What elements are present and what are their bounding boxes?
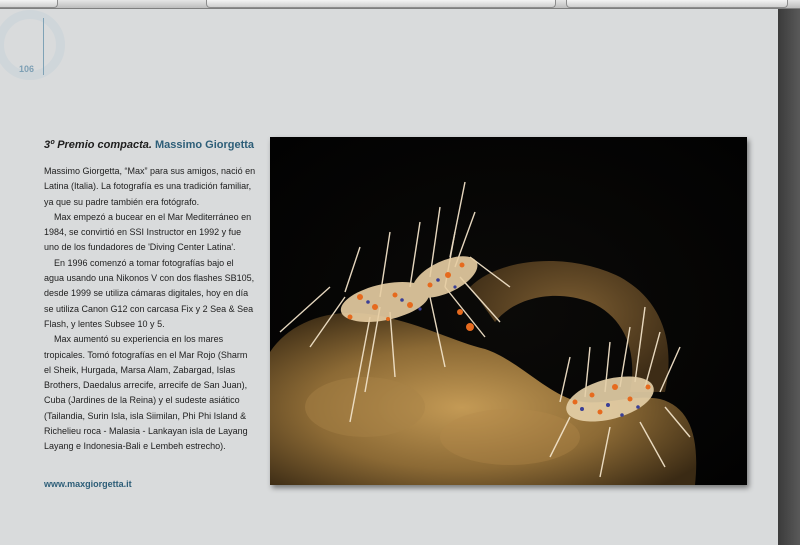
website-link[interactable]: www.maxgiorgetta.it [44,479,132,489]
paragraph-experience: Max aumentó su experiencia en los mares … [44,334,248,452]
paragraph-diving: Max empezó a bucear en el Mar Mediterrán… [44,211,252,253]
prize-label: 3º Premio compacta. [44,139,152,151]
underwater-shrimp-photo [270,137,747,485]
paragraph-biography: Massimo Giorgetta, “Max” para sus amigos… [44,166,256,207]
paragraph-equipment: En 1996 comenzó a tomar fotografías bajo… [44,257,255,329]
viewer-toolbar [0,0,800,9]
page-number: 106 [19,64,35,74]
toolbar-tab[interactable] [0,0,58,8]
article-text-column: 3º Premio compacta. Massimo Giorgetta Ma… [44,138,256,455]
toolbar-tab[interactable] [566,0,788,8]
header-rule [43,18,44,75]
article-heading: 3º Premio compacta. Massimo Giorgetta [44,138,256,152]
photographer-name: Massimo Giorgetta [155,139,255,151]
viewer-background-edge [778,9,800,545]
toolbar-tab[interactable] [206,0,556,8]
